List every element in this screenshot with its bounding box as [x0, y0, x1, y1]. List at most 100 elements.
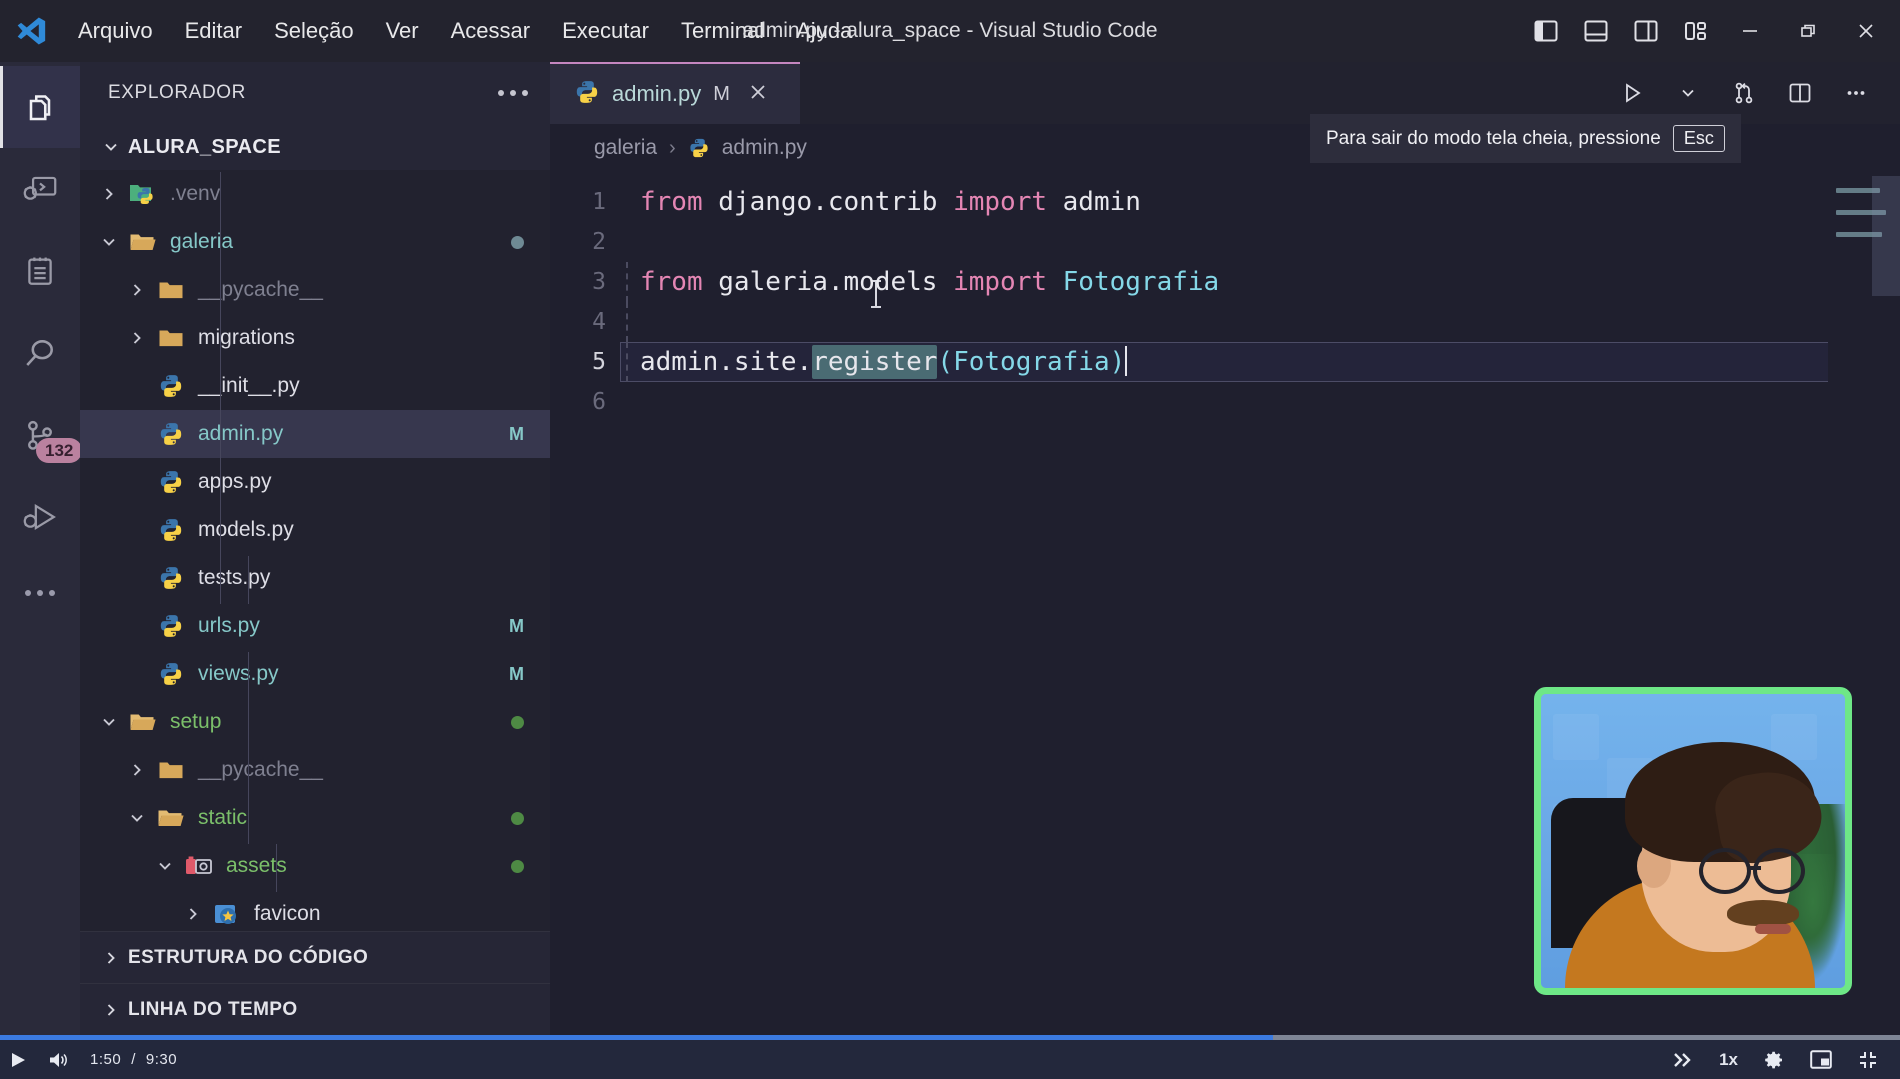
gear-icon[interactable]: [1764, 1050, 1784, 1070]
chevron-down-icon[interactable]: [120, 808, 154, 828]
tree-indent-guide: [220, 172, 221, 604]
activity-run-debug[interactable]: [0, 476, 80, 558]
activity-more-actions-icon[interactable]: [0, 558, 80, 628]
video-progress-track[interactable]: [0, 1035, 1900, 1040]
next-video-icon[interactable]: [1671, 1051, 1693, 1069]
esc-key-badge: Esc: [1672, 125, 1725, 152]
chevron-right-icon[interactable]: [120, 328, 154, 348]
tree-item-label: __init__.py: [198, 374, 300, 397]
menu-ver[interactable]: Ver: [370, 12, 435, 50]
compare-changes-icon[interactable]: [1718, 67, 1770, 119]
python-env-folder-icon: [126, 181, 160, 207]
tree-item--init-py[interactable]: __init__.py: [80, 362, 550, 410]
tree-item-urls-py[interactable]: urls.py M: [80, 602, 550, 650]
close-icon[interactable]: [748, 82, 768, 107]
chevron-down-icon[interactable]: [92, 712, 126, 732]
line-number: 5: [592, 349, 606, 375]
editor-tabs: admin.py M Para sair do modo tela cheia,…: [550, 62, 1900, 163]
section-timeline[interactable]: LINHA DO TEMPO: [80, 983, 550, 1035]
customize-layout-icon[interactable]: [1672, 8, 1720, 54]
tab-admin-py[interactable]: admin.py M: [550, 62, 800, 124]
chevron-right-icon: [94, 1000, 128, 1020]
python-file-icon: [154, 613, 188, 639]
tree-item-assets[interactable]: assets: [80, 842, 550, 890]
tree-item-apps-py[interactable]: apps.py: [80, 458, 550, 506]
tree-item-static[interactable]: static: [80, 794, 550, 842]
playback-speed-button[interactable]: 1x: [1719, 1050, 1738, 1070]
menu-acessar[interactable]: Acessar: [435, 12, 546, 50]
code-token: galeria.models: [702, 267, 954, 297]
menu-editar[interactable]: Editar: [169, 12, 258, 50]
menu-executar[interactable]: Executar: [546, 12, 665, 50]
tree-item-admin-py[interactable]: admin.py M: [80, 410, 550, 458]
toggle-panel-icon[interactable]: [1572, 8, 1620, 54]
tree-rows: .venv galeria __pycache__ migrations __init_…: [80, 170, 550, 931]
run-python-file-button[interactable]: [1606, 67, 1658, 119]
code-token: import: [953, 187, 1047, 217]
menu-terminal[interactable]: Terminal: [665, 12, 780, 50]
toggle-secondary-sidebar-icon[interactable]: [1622, 8, 1670, 54]
code-line-4[interactable]: [620, 302, 1900, 342]
more-editor-actions-button[interactable]: [1830, 67, 1882, 119]
tree-item-setup[interactable]: setup: [80, 698, 550, 746]
tree-root-alura-space[interactable]: ALURA_SPACE: [80, 124, 550, 170]
tree-item-migrations[interactable]: migrations: [80, 314, 550, 362]
section-timeline-label: LINHA DO TEMPO: [128, 998, 298, 1020]
code-line-1[interactable]: from django.contrib import admin: [620, 182, 1900, 222]
text-caret: [1125, 346, 1128, 376]
python-file-icon: [154, 661, 188, 687]
breadcrumb-item-admin-py[interactable]: admin.py: [722, 136, 807, 160]
menu-selecao[interactable]: Seleção: [258, 12, 370, 50]
activity-debug-console[interactable]: [0, 148, 80, 230]
toggle-primary-sidebar-icon[interactable]: [1522, 8, 1570, 54]
python-file-icon: [154, 373, 188, 399]
section-outline[interactable]: ESTRUTURA DO CÓDIGO: [80, 931, 550, 983]
menu-ajuda[interactable]: Ajuda: [780, 12, 868, 50]
activity-search[interactable]: [0, 312, 80, 394]
tree-item--pycache-[interactable]: __pycache__: [80, 746, 550, 794]
play-icon[interactable]: [8, 1050, 28, 1070]
run-options-button[interactable]: [1662, 67, 1714, 119]
minimize-icon[interactable]: [1722, 0, 1778, 62]
picture-in-picture-icon[interactable]: [1810, 1050, 1832, 1069]
vscode-window: Arquivo Editar Seleção Ver Acessar Execu…: [0, 0, 1900, 1079]
close-icon[interactable]: [1838, 0, 1894, 62]
python-file-icon: [154, 469, 188, 495]
player-left-controls: 1:50 / 9:30: [0, 1045, 177, 1070]
tree-item-favicon[interactable]: favicon: [80, 890, 550, 931]
explorer-more-actions-icon[interactable]: [498, 90, 528, 96]
chevron-down-icon[interactable]: [92, 232, 126, 252]
chevron-right-icon[interactable]: [120, 280, 154, 300]
tree-item--pycache-[interactable]: __pycache__: [80, 266, 550, 314]
tree-item-galeria[interactable]: galeria: [80, 218, 550, 266]
tree-item-views-py[interactable]: views.py M: [80, 650, 550, 698]
code-line-6[interactable]: [620, 382, 1900, 422]
volume-icon[interactable]: [48, 1050, 70, 1070]
code-line-3[interactable]: from galeria.models import Fotografia: [620, 262, 1900, 302]
exit-fullscreen-icon[interactable]: [1858, 1050, 1878, 1070]
chevron-right-icon[interactable]: [92, 184, 126, 204]
tree-indent-guide: [276, 844, 277, 892]
restore-icon[interactable]: [1780, 0, 1836, 62]
tree-item-label: favicon: [254, 902, 321, 925]
code-token: register: [812, 345, 938, 379]
vscode-logo-icon: [0, 0, 62, 62]
chevron-right-icon[interactable]: [120, 760, 154, 780]
tree-item-tests-py[interactable]: tests.py: [80, 554, 550, 602]
tree-item--venv[interactable]: .venv: [80, 170, 550, 218]
activity-explorer[interactable]: [0, 66, 80, 148]
code-line-5[interactable]: admin.site.register(Fotografia): [620, 342, 1900, 382]
line-number-gutter: 1 2 3 4 5 6: [550, 172, 620, 1035]
activity-source-control[interactable]: 132: [0, 394, 83, 476]
code-line-2[interactable]: [620, 222, 1900, 262]
menu-arquivo[interactable]: Arquivo: [62, 12, 169, 50]
line-number: 6: [592, 389, 606, 415]
split-editor-button[interactable]: [1774, 67, 1826, 119]
tree-item-label: static: [198, 806, 248, 829]
chevron-down-icon[interactable]: [148, 856, 182, 876]
chevron-right-icon[interactable]: [176, 904, 210, 924]
breadcrumb-item-galeria[interactable]: galeria: [594, 136, 657, 160]
tree-item-models-py[interactable]: models.py: [80, 506, 550, 554]
activity-notebook[interactable]: [0, 230, 80, 312]
explorer-sidebar: EXPLORADOR ALURA_SPACE .venv galeria __pyc…: [80, 62, 550, 1035]
